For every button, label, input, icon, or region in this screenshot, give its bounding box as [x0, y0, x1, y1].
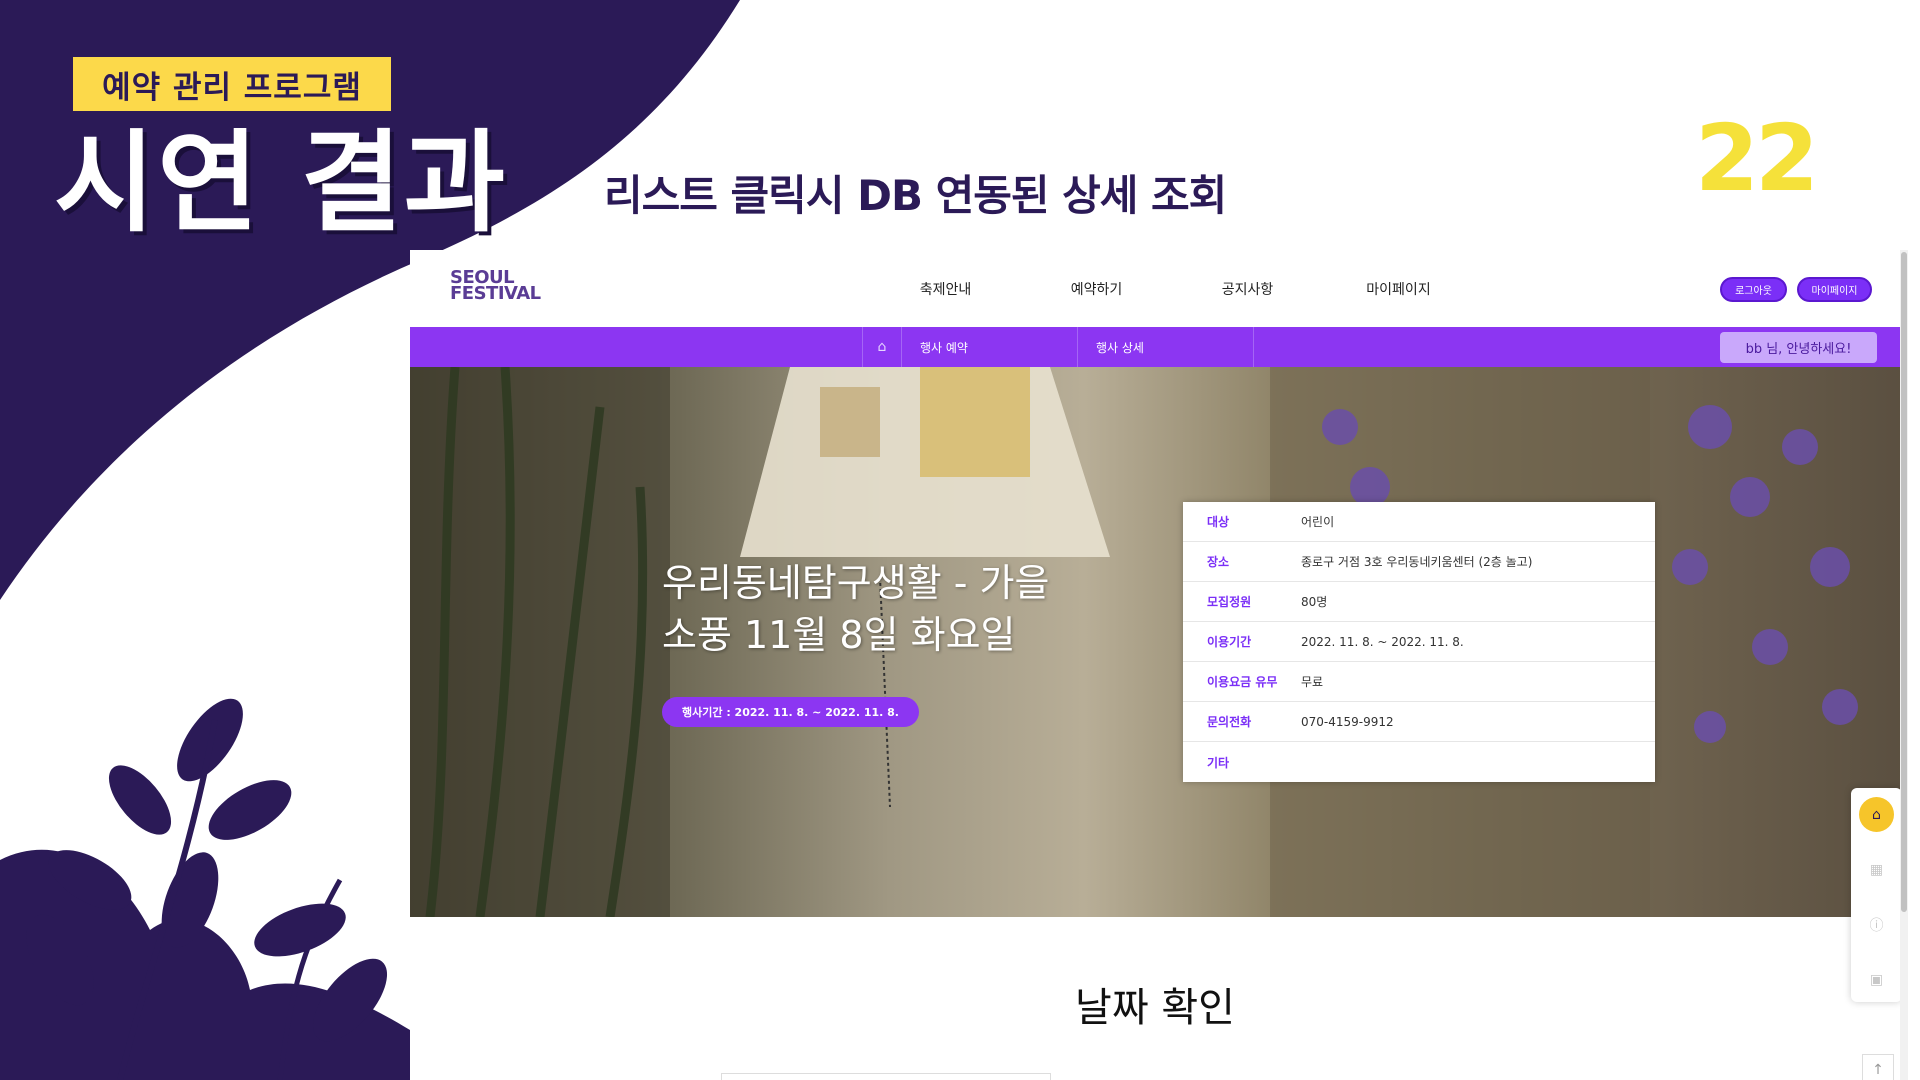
calendar-icon[interactable]: ▦ [1859, 852, 1894, 887]
program-tag: 예약 관리 프로그램 [73, 57, 391, 111]
logout-button[interactable]: 로그아웃 [1720, 277, 1787, 302]
detail-row: 모집정원 80명 [1183, 582, 1655, 622]
breadcrumb: ⌂ 행사 예약 행사 상세 bb 님, 안녕하세요! [410, 327, 1908, 367]
detail-value: 종로구 거점 3호 우리동네키움센터 (2층 놀고) [1301, 555, 1533, 569]
breadcrumb-event-detail[interactable]: 행사 상세 [1078, 327, 1254, 367]
slide: 예약 관리 프로그램 시연 결과 리스트 클릭시 DB 연동된 상세 조회 22… [0, 0, 1920, 1080]
mypage-button[interactable]: 마이페이지 [1797, 277, 1872, 302]
detail-value: 80명 [1301, 595, 1328, 609]
leaf-silhouette [0, 698, 410, 1080]
detail-value: 2022. 11. 8. ~ 2022. 11. 8. [1301, 634, 1464, 649]
website-screenshot: SEOUL FESTIVAL 축제안내 예약하기 공지사항 마이페이지 로그아웃… [410, 250, 1908, 1080]
detail-row: 장소 종로구 거점 3호 우리동네키움센터 (2층 놀고) [1183, 542, 1655, 582]
detail-key: 대상 [1207, 515, 1230, 529]
event-title: 우리동네탐구생활 - 가을소풍 11월 8일 화요일 [662, 561, 1050, 657]
detail-row: 대상 어린이 [1183, 502, 1655, 542]
site-logo[interactable]: SEOUL FESTIVAL [450, 269, 541, 304]
detail-value: 어린이 [1301, 515, 1335, 529]
detail-value: 070-4159-9912 [1301, 714, 1394, 729]
main-nav: 축제안내 예약하기 공지사항 마이페이지 [870, 250, 1474, 327]
detail-key: 문의전화 [1207, 715, 1252, 729]
quick-menu: ⌂ ▦ ⓘ ▣ [1851, 788, 1902, 1002]
home-icon[interactable]: ⌂ [862, 327, 902, 367]
user-greeting: bb 님, 안녕하세요! [1720, 332, 1877, 363]
detail-key: 이용요금 유무 [1207, 675, 1278, 689]
detail-row: 기타 [1183, 742, 1655, 782]
nav-mypage[interactable]: 마이페이지 [1323, 279, 1474, 299]
page-number: 22 [1695, 105, 1819, 212]
detail-row: 이용기간 2022. 11. 8. ~ 2022. 11. 8. [1183, 622, 1655, 662]
scrollbar-thumb[interactable] [1901, 252, 1907, 912]
date-section-title: 날짜 확인 [1075, 985, 1235, 1031]
scrollbar[interactable] [1900, 250, 1908, 1080]
detail-key: 기타 [1207, 755, 1230, 770]
calendar-box [721, 1073, 1051, 1080]
slide-subtitle: 리스트 클릭시 DB 연동된 상세 조회 [604, 171, 1227, 220]
detail-key: 모집정원 [1207, 595, 1252, 609]
breadcrumb-event-reservation[interactable]: 행사 예약 [902, 327, 1078, 367]
nav-festival-info[interactable]: 축제안내 [870, 279, 1021, 299]
home-icon[interactable]: ⌂ [1859, 797, 1894, 832]
detail-key: 이용기간 [1207, 635, 1252, 649]
detail-row: 문의전화 070-4159-9912 [1183, 702, 1655, 742]
info-icon[interactable]: ⓘ [1859, 907, 1894, 942]
event-period-badge: 행사기간 : 2022. 11. 8. ~ 2022. 11. 8. [662, 697, 919, 727]
nav-reservation[interactable]: 예약하기 [1021, 279, 1172, 299]
logo-line-2: FESTIVAL [450, 283, 541, 304]
detail-value: 무료 [1301, 675, 1324, 689]
event-hero: 우리동네탐구생활 - 가을소풍 11월 8일 화요일 행사기간 : 2022. … [410, 367, 1908, 917]
slide-title: 시연 결과 [54, 119, 508, 247]
nav-notice[interactable]: 공지사항 [1172, 279, 1323, 299]
scroll-top-icon[interactable]: ↑ [1862, 1054, 1894, 1080]
event-detail-table: 대상 어린이 장소 종로구 거점 3호 우리동네키움센터 (2층 놀고) 모집정… [1183, 502, 1655, 782]
hero-background-image [410, 367, 1858, 917]
site-header: SEOUL FESTIVAL 축제안내 예약하기 공지사항 마이페이지 로그아웃… [410, 250, 1908, 327]
detail-row: 이용요금 유무 무료 [1183, 662, 1655, 702]
detail-key: 장소 [1207, 555, 1230, 569]
